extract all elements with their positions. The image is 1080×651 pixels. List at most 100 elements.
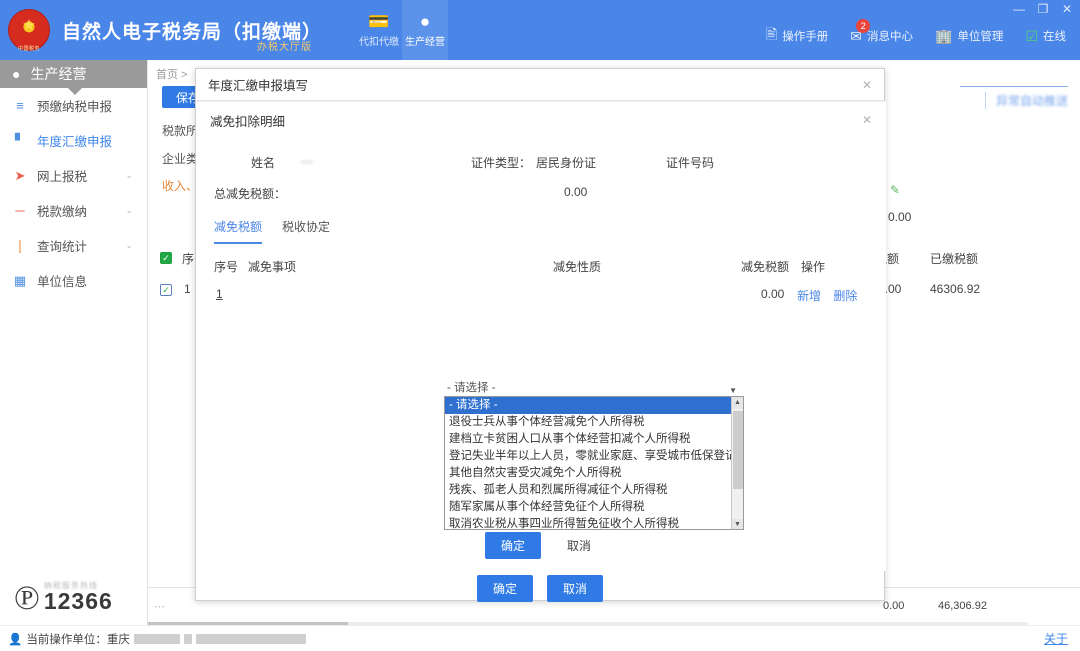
anomaly-push-link-label: 异常自动推送 xyxy=(995,94,1068,108)
sidebar-item-query-statistics[interactable]: ❘ 查询统计 ⌄ xyxy=(0,228,147,263)
select-option[interactable]: - 请选择 - xyxy=(445,397,743,414)
select-option[interactable]: 取消农业税从事四业所得暂免征收个人所得税 xyxy=(445,516,743,529)
deduction-detail-modal-header: 减免扣除明细 ✕ xyxy=(196,102,886,138)
money-icon: ─ xyxy=(15,203,25,218)
col-nature: 减免性质 xyxy=(553,260,602,274)
close-icon[interactable]: ✕ xyxy=(862,113,872,127)
row-delete-link[interactable]: 删除 xyxy=(833,289,857,303)
col-index: 序号 xyxy=(214,260,239,274)
building-icon: 🏢 xyxy=(935,27,953,44)
row-amount: 0.00 xyxy=(761,287,785,301)
window-minimize-button[interactable]: — xyxy=(1012,2,1026,16)
sidebar-item-unit-info[interactable]: ▦ 单位信息 xyxy=(0,263,147,298)
header-action-unit-management[interactable]: 🏢 单位管理 xyxy=(935,28,1003,45)
label-tax-period: 税款所 xyxy=(162,124,199,138)
id-type-value: 居民身份证 xyxy=(536,156,597,170)
about-link[interactable]: 关于 xyxy=(1044,630,1080,647)
sidebar-item-annual-settlement[interactable]: ▘ 年度汇缴申报 xyxy=(0,123,147,158)
col-amount: 减免税额 xyxy=(741,260,790,274)
reduction-item-select[interactable]: - 请选择 - ▼ xyxy=(444,380,739,397)
reduction-item-select-value: - 请选择 - xyxy=(447,382,496,394)
select-option[interactable]: 其他自然灾害受灾减免个人所得税 xyxy=(445,465,743,482)
select-scrollbar-thumb[interactable] xyxy=(733,411,743,489)
deduction-detail-modal-title: 减免扣除明细 xyxy=(210,114,286,129)
header-action-unit-management-label: 单位管理 xyxy=(957,31,1004,43)
total-reduction-row: 总减免税额： 0.00 xyxy=(196,178,886,212)
select-option[interactable]: 残疾、孤老人员和烈属所得减征个人所得税 xyxy=(445,482,743,499)
select-all-checkbox[interactable]: ✓ xyxy=(160,250,172,264)
id-no-label: 证件号码 xyxy=(666,156,715,170)
header-action-messages-label: 消息中心 xyxy=(867,31,913,43)
mode-button-shengchanjingying-label: 生产经营 xyxy=(405,36,446,48)
emblem-caption: 中国税务 xyxy=(17,46,40,52)
inner-cancel-button[interactable]: 取消 xyxy=(561,536,597,555)
deduction-detail-modal: 减免扣除明细 ✕ 姓名 — 证件类型： 居民身份证 证件号码 总减免税额： 0.… xyxy=(196,101,886,571)
row-checkbox[interactable]: ✓ xyxy=(160,282,172,296)
row-index: 1 xyxy=(184,282,191,296)
select-option[interactable]: 建档立卡贫困人口从事个体经营扣减个人所得税 xyxy=(445,431,743,448)
link-underline xyxy=(960,86,1068,87)
outer-cancel-button[interactable]: 取消 xyxy=(547,575,604,602)
redacted-unit-name xyxy=(133,633,180,644)
sidebar-item-online-filing[interactable]: ➤ 网上报税 ⌄ xyxy=(0,158,147,193)
select-scrollbar[interactable]: ▲ ▼ xyxy=(731,397,743,529)
app-title-wrap: 自然人电子税务局（扣缴端） 办税大厅版 xyxy=(62,17,322,53)
chevron-down-icon: ⌄ xyxy=(125,170,133,180)
background-value-zero: 0.00 xyxy=(888,210,912,224)
select-option[interactable]: 退役士兵从事个体经营减免个人所得税 xyxy=(445,414,743,431)
table-row: 1 0.00 新增 删除 xyxy=(196,284,886,308)
mode-button-shengchanjingying[interactable]: ● 生产经营 xyxy=(402,0,449,60)
footer-amount: 0.00 xyxy=(883,600,905,612)
sidebar-item-online-filing-label: 网上报税 xyxy=(37,170,88,184)
mode-button-daikoudaijiao[interactable]: 💳 代扣代缴 xyxy=(356,0,402,60)
col-item: 减免事项 xyxy=(248,260,297,274)
chart-icon: ▘ xyxy=(15,132,25,148)
tab-tax-treaty[interactable]: 税收协定 xyxy=(282,218,330,244)
redacted-unit-code xyxy=(195,633,306,644)
outer-confirm-button[interactable]: 确定 xyxy=(476,575,533,602)
coins-icon: ● xyxy=(419,11,431,31)
header-action-manual[interactable]: 🖹 操作手册 xyxy=(766,24,828,48)
coins-icon: ● xyxy=(12,66,21,82)
select-option[interactable]: 随军家属从事个体经营免征个人所得税 xyxy=(445,499,743,516)
annual-settlement-modal-title: 年度汇缴申报填写 xyxy=(208,79,309,93)
header-status-online[interactable]: ☑ 在线 xyxy=(1025,28,1066,45)
tab-tax-treaty-label: 税收协定 xyxy=(282,220,331,234)
app-subtitle: 办税大厅版 xyxy=(257,41,313,53)
hotline-mark-icon: ℗ xyxy=(14,580,40,617)
annual-settlement-modal: 年度汇缴申报填写 ✕ 减免扣除明细 ✕ 姓名 — 证件类型： 居民身份证 证件号… xyxy=(195,68,886,602)
window-maximize-button[interactable]: ❐ xyxy=(1036,2,1050,16)
window-close-button[interactable]: ✕ xyxy=(1060,2,1074,16)
total-reduction-value: 0.00 xyxy=(564,185,588,199)
chevron-down-icon: ⌄ xyxy=(125,240,133,250)
select-option[interactable]: 登记失业半年以上人员，零就业家庭、享受城市低保登记失业人 xyxy=(445,448,743,465)
app-header: 中国税务 自然人电子税务局（扣缴端） 办税大厅版 💳 代扣代缴 ● 生产经营 🖹… xyxy=(0,0,1080,60)
total-reduction-label: 总减免税额： xyxy=(214,187,287,201)
sidebar-section-title: 生产经营 xyxy=(30,66,87,82)
national-emblem-icon: 中国税务 xyxy=(8,9,50,52)
row-index: 1 xyxy=(216,287,223,301)
current-unit: 👤 当前操作单位：重庆 xyxy=(0,631,306,647)
label-enterprise-type: 企业类 xyxy=(162,152,199,166)
sidebar-item-tax-payment[interactable]: ─ 税款缴纳 ⌄ xyxy=(0,193,147,228)
header-action-messages[interactable]: ✉ 2 消息中心 xyxy=(850,18,913,45)
tab-reduction-amount[interactable]: 减免税额 xyxy=(214,218,263,244)
row-add-link[interactable]: 新增 xyxy=(797,289,821,303)
deduction-tabs: 减免税额 税收协定 xyxy=(214,218,886,244)
scroll-down-arrow-icon[interactable]: ▼ xyxy=(732,519,743,529)
wallet-icon: 💳 xyxy=(368,11,390,31)
anomaly-push-link[interactable]: 异常自动推送 xyxy=(984,92,1068,109)
inner-confirm-button[interactable]: 确定 xyxy=(484,532,541,559)
edit-pencil-icon[interactable]: ✎ xyxy=(890,183,900,197)
list-icon: ▦ xyxy=(13,272,27,288)
document-icon: 🖹 xyxy=(766,26,778,42)
label-income-group: 收入、 xyxy=(162,179,199,193)
scroll-up-arrow-icon[interactable]: ▲ xyxy=(732,397,743,409)
window-controls: — ❐ ✕ xyxy=(1012,2,1074,16)
footer-paid: 46,306.92 xyxy=(938,600,987,612)
sidebar-item-prepaid-declaration[interactable]: ≡ 预缴纳税申报 xyxy=(0,88,147,123)
check-square-icon: ☑ xyxy=(1025,27,1038,44)
hotline-logo: ℗ 纳税服务热线 12366 xyxy=(14,578,113,617)
close-icon[interactable]: ✕ xyxy=(862,78,872,92)
reduction-item-select-list[interactable]: - 请选择 - 退役士兵从事个体经营减免个人所得税 建档立卡贫困人口从事个体经营… xyxy=(444,396,744,530)
